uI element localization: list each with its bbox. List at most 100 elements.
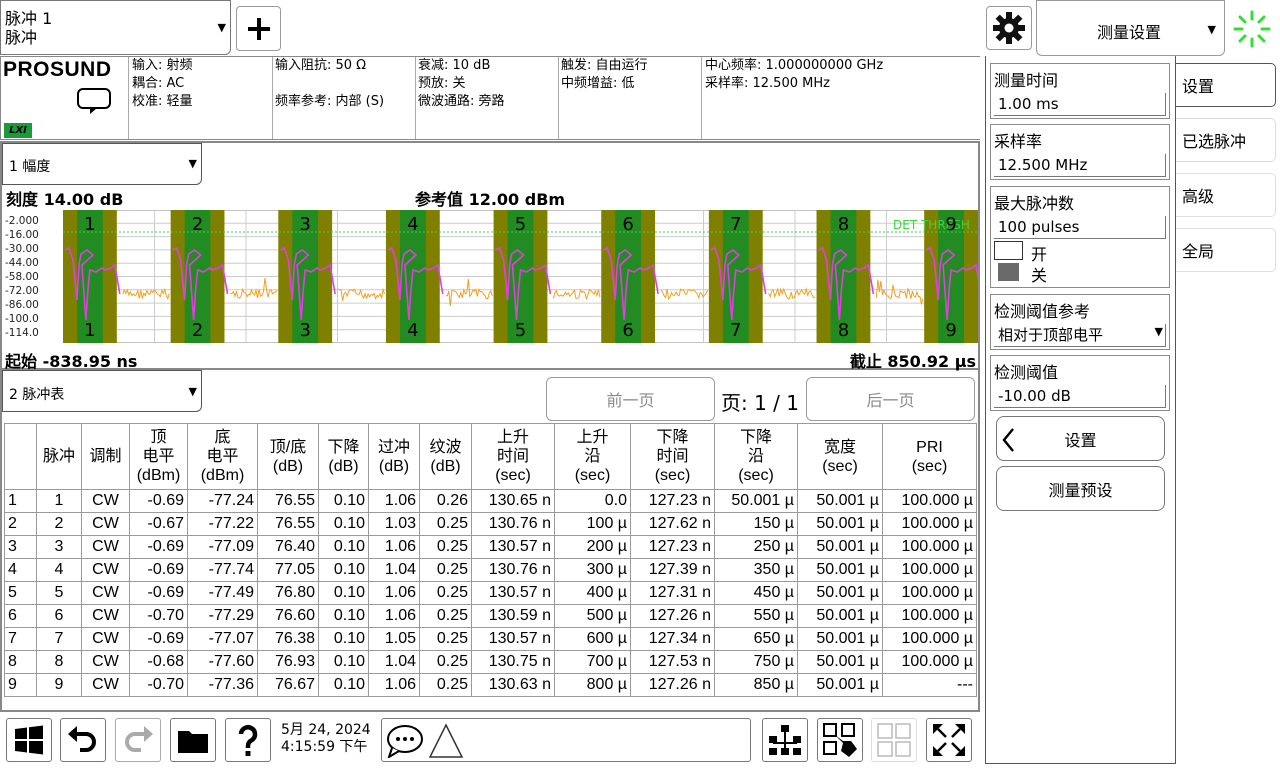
network-button[interactable]	[762, 718, 808, 762]
thresh-ref-value[interactable]: 相对于顶部电平	[994, 324, 1166, 347]
meas-time-field[interactable]: 测量时间 1.00 ms	[990, 63, 1170, 119]
sample-rate-value[interactable]: 12.500 MHz	[994, 154, 1166, 177]
tab-advanced[interactable]: 高级	[1176, 173, 1276, 217]
table-row[interactable]: 2 2 CW -0.67 -77.22 76.55 0.10 1.03 0.25 130.76 n…	[4, 512, 977, 536]
menu-title-dropdown[interactable]: 测量设置 ▼	[1036, 0, 1225, 56]
table-cell: 1.06	[368, 673, 420, 697]
table-cell: 0.0	[554, 489, 631, 513]
help-button[interactable]	[225, 718, 271, 762]
table-cell: 4	[4, 558, 37, 582]
pulse-label-bottom: 9	[945, 320, 956, 341]
table-row[interactable]: 6 6 CW -0.70 -77.29 76.60 0.10 1.06 0.25 130.59 n…	[4, 604, 977, 628]
table-cell: 100.000 µ	[882, 604, 977, 628]
time-label: 4:15:59 下午	[281, 739, 368, 755]
table-cell: 0.26	[419, 489, 472, 513]
window-2-mode-select[interactable]: 2 脉冲表 ▼	[2, 370, 202, 412]
table-cell: -77.74	[187, 558, 258, 582]
table-row[interactable]: 5 5 CW -0.69 -77.49 76.80 0.10 1.06 0.25 130.57 n…	[4, 581, 977, 605]
column-header: 下降 沿 (sec)	[714, 423, 798, 490]
table-cell: CW	[81, 673, 130, 697]
meas-preset-label: 测量预设	[1048, 480, 1113, 500]
back-settings-button[interactable]: 设置	[996, 416, 1165, 461]
table-cell: 0.25	[419, 512, 472, 536]
gear-icon	[993, 12, 1025, 44]
window-2[interactable]: 2 脉冲表 ▼ 前一页 页: 1 / 1 后一页 脉冲 调制顶 电平 (dBm) 底…	[0, 370, 980, 712]
table-cell: 50.001 µ	[797, 512, 883, 536]
message-bar[interactable]	[381, 718, 751, 762]
pulse-label-bottom: 3	[299, 320, 310, 341]
undo-icon	[68, 726, 96, 752]
date-label: 5月 24, 2024	[281, 722, 371, 738]
table-cell: 130.57 n	[471, 535, 555, 559]
y-label: -58.00	[5, 271, 39, 283]
table-cell: 0.25	[419, 627, 472, 651]
table-row[interactable]: 4 4 CW -0.69 -77.74 77.05 0.10 1.04 0.25 130.76 n…	[4, 558, 977, 582]
file-button[interactable]	[170, 718, 216, 762]
settings-button[interactable]	[986, 6, 1032, 50]
table-row[interactable]: 7 7 CW -0.69 -77.07 76.38 0.10 1.05 0.25 130.57 n…	[4, 627, 977, 651]
column-header	[4, 423, 37, 490]
pulse-label-bottom: 7	[730, 320, 741, 341]
table-row[interactable]: 3 3 CW -0.69 -77.09 76.40 0.10 1.06 0.25 130.57 n…	[4, 535, 977, 559]
table-cell: CW	[81, 604, 130, 628]
trigger: 触发: 自由运行	[561, 58, 648, 73]
table-cell: 450 µ	[714, 581, 798, 605]
touch-select-button[interactable]	[817, 718, 863, 762]
table-cell: 100.000 µ	[882, 581, 977, 605]
screen-cast-icon	[77, 88, 111, 114]
next-page-button[interactable]: 后一页	[806, 377, 975, 421]
table-cell: 7	[36, 627, 82, 651]
thresh-field[interactable]: 检测阈值 -10.00 dB	[990, 355, 1170, 411]
meas-time-value[interactable]: 1.00 ms	[994, 93, 1166, 116]
redo-button[interactable]	[115, 718, 161, 762]
table-row[interactable]: 8 8 CW -0.68 -77.60 76.93 0.10 1.04 0.25 130.75 n…	[4, 650, 977, 674]
undo-button[interactable]	[60, 718, 106, 762]
chevron-down-icon: ▼	[217, 21, 226, 34]
y-label: -72.00	[5, 285, 39, 297]
thresh-value[interactable]: -10.00 dB	[994, 385, 1166, 408]
table-cell: 0.10	[318, 627, 369, 651]
layout-grid-button[interactable]	[871, 718, 917, 762]
table-cell: 400 µ	[554, 581, 631, 605]
max-pulses-field[interactable]: 最大脉冲数 100 pulses 开 关	[990, 186, 1170, 288]
tab-settings[interactable]: 设置	[1176, 63, 1276, 107]
table-cell: 0.10	[318, 489, 369, 513]
table-cell: 300 µ	[554, 558, 631, 582]
prev-page-button[interactable]: 前一页	[546, 377, 715, 421]
window-1-mode-select[interactable]: 1 幅度 ▼	[2, 143, 202, 185]
table-cell: 0.10	[318, 581, 369, 605]
table-cell: 0.10	[318, 512, 369, 536]
add-trace-button[interactable]	[236, 6, 281, 51]
brand-panel[interactable]: PROSUND LXI	[1, 57, 129, 139]
sample-rate-field[interactable]: 采样率 12.500 MHz	[990, 124, 1170, 180]
windows-button[interactable]	[6, 718, 52, 762]
tab-label: 高级	[1182, 187, 1215, 206]
attenuation: 衰减: 10 dB	[418, 58, 491, 73]
max-pulses-toggle[interactable]	[994, 241, 1024, 281]
table-cell: 130.57 n	[471, 627, 555, 651]
table-cell: -77.07	[187, 627, 258, 651]
trace-selector[interactable]: 脉冲 1 脉冲 ▼	[0, 0, 231, 55]
meas-preset-button[interactable]: 测量预设	[996, 466, 1165, 511]
max-pulses-value[interactable]: 100 pulses	[994, 216, 1166, 239]
table-cell: 2	[36, 512, 82, 536]
ref-level-label: 参考值 12.00 dBm	[415, 190, 566, 209]
table-row[interactable]: 9 9 CW -0.70 -77.36 76.67 0.10 1.06 0.25 130.63 n…	[4, 673, 977, 697]
table-row[interactable]: 1 1 CW -0.69 -77.24 76.55 0.10 1.06 0.26 130.65 n…	[4, 489, 977, 513]
pulse-label-bottom: 4	[407, 320, 418, 341]
tab-label: 设置	[1182, 77, 1215, 96]
table-cell: 50.001 µ	[797, 673, 883, 697]
tab-selected-pulse[interactable]: 已选脉冲	[1176, 118, 1276, 162]
thresh-ref-field[interactable]: 检测阈值参考 相对于顶部电平 ▼	[990, 294, 1170, 350]
column-header: 顶/底 (dB)	[257, 423, 319, 490]
window-1[interactable]: 1 幅度 ▼ 刻度 14.00 dB 参考值 12.00 dBm -2.000 …	[0, 141, 980, 371]
table-cell: 9	[4, 673, 37, 697]
tab-global[interactable]: 全局	[1176, 228, 1276, 272]
table-cell: 76.40	[257, 535, 319, 559]
amplitude-trace-plot[interactable]: DET THRESH 1 1 2 2 3 3 4 4 5 5 6 6 7 7 8 8 9 9	[63, 210, 978, 343]
table-cell: 3	[36, 535, 82, 559]
column-header: 调制	[81, 423, 130, 490]
pulse-table-wrap: 脉冲 调制顶 电平 (dBm) 底 电平 (dBm) 顶/底 (dB) 下降 (dB) 过…	[4, 423, 980, 710]
maximize-button[interactable]	[926, 718, 972, 762]
pulse-label-bottom: 5	[515, 320, 526, 341]
